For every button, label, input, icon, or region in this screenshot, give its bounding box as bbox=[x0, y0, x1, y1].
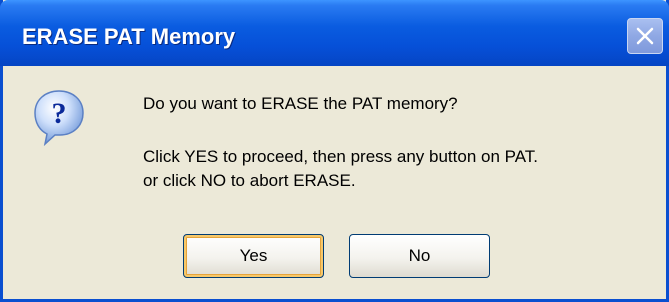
erase-dialog: ERASE PAT Memory ? Do you want to ERASE … bbox=[0, 0, 669, 302]
message-question: Do you want to ERASE the PAT memory? bbox=[143, 94, 458, 113]
close-icon bbox=[636, 27, 654, 45]
no-button[interactable]: No bbox=[349, 234, 490, 278]
question-icon: ? bbox=[34, 90, 84, 147]
dialog-title: ERASE PAT Memory bbox=[22, 24, 236, 49]
svg-text:?: ? bbox=[52, 97, 67, 130]
message-abort: or click NO to abort ERASE. bbox=[143, 171, 356, 190]
yes-button[interactable]: Yes bbox=[183, 234, 324, 278]
close-button[interactable] bbox=[627, 18, 663, 54]
title-bar[interactable]: ERASE PAT Memory bbox=[0, 0, 669, 66]
message-instruction: Click YES to proceed, then press any but… bbox=[143, 147, 539, 166]
